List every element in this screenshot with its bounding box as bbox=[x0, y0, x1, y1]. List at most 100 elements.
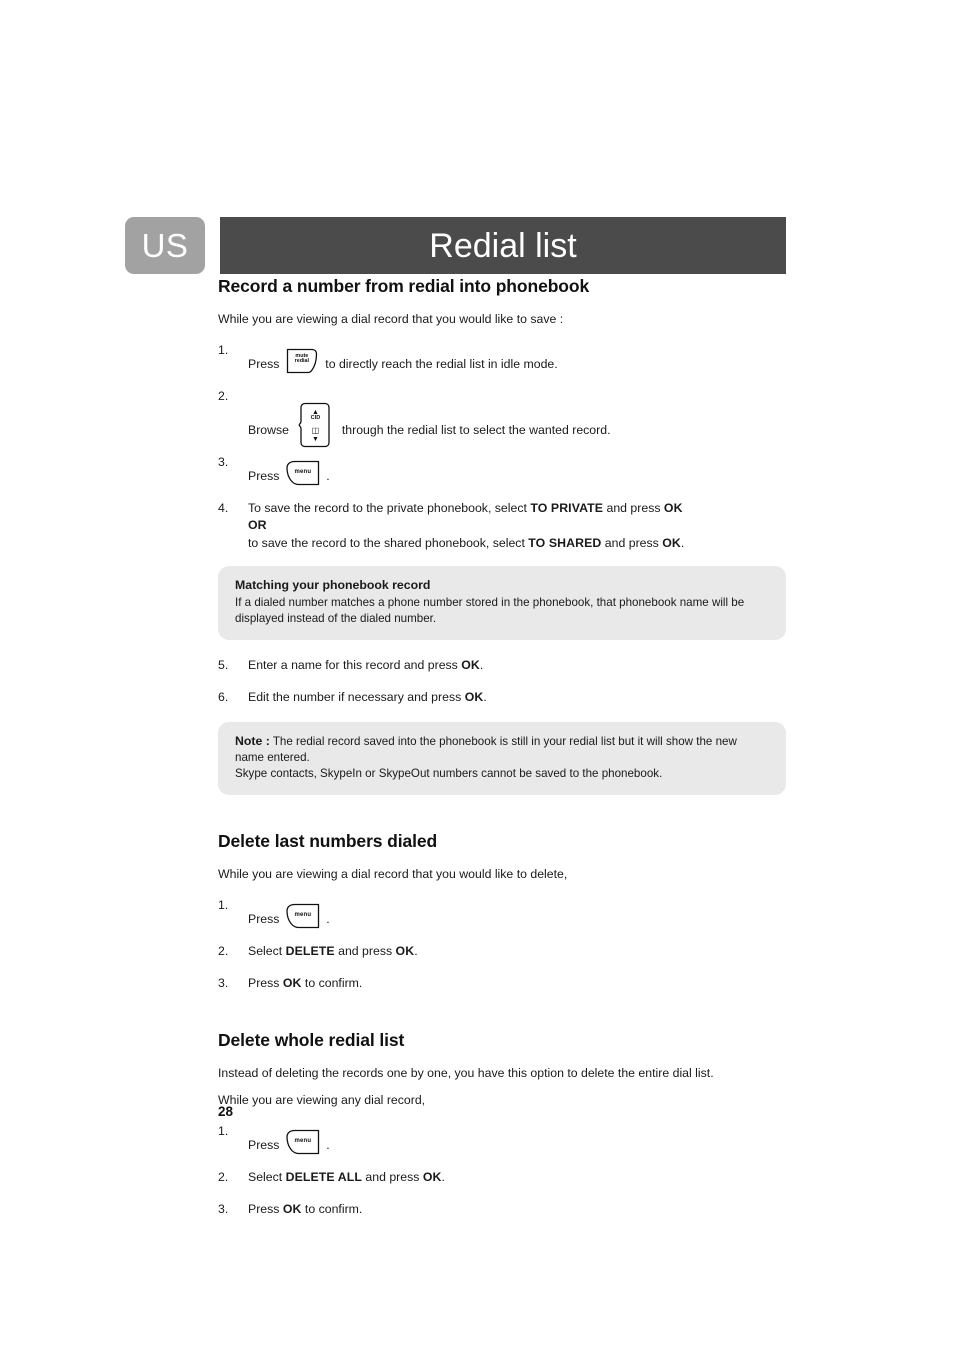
callout-line: Note : The redial record saved into the … bbox=[235, 733, 769, 750]
step-number: 1. bbox=[218, 897, 229, 912]
step-number: 2. bbox=[218, 1169, 229, 1184]
step-item: 2. Select DELETE ALL and press OK. bbox=[218, 1169, 786, 1186]
callout-title: Matching your phonebook record bbox=[235, 577, 431, 592]
step-item: 3. Press OK to confirm. bbox=[218, 1201, 786, 1218]
step-line-1: To save the record to the private phoneb… bbox=[248, 500, 786, 517]
step-text: and press bbox=[601, 535, 663, 550]
callout-matching-phonebook-record: Matching your phonebook record If a dial… bbox=[218, 565, 786, 640]
step-item: 3. Press OK to confirm. bbox=[218, 975, 786, 992]
step-item: 2. Browse ▲ CID ◫ ▼ through the redial l… bbox=[218, 388, 786, 447]
step-text: . bbox=[680, 535, 685, 550]
step-item: 1. Press mute redial to directly reach t… bbox=[218, 342, 786, 373]
or-label: OR bbox=[248, 518, 267, 533]
step-number: 6. bbox=[218, 689, 229, 704]
step-text: . bbox=[483, 689, 487, 704]
ok-key-label: OK bbox=[464, 689, 484, 704]
menu-key-icon: menu bbox=[285, 903, 321, 929]
option-delete-all: DELETE ALL bbox=[285, 1169, 362, 1184]
step-item: 3. Press menu . bbox=[218, 454, 786, 486]
step-item: 5. Enter a name for this record and pres… bbox=[218, 657, 786, 674]
steps-list-delete-whole-redial-list: 1. Press menu . 2. Select DELETE ALL and… bbox=[218, 1123, 786, 1219]
step-line-3: to save the record to the shared phonebo… bbox=[248, 535, 786, 552]
option-delete: DELETE bbox=[285, 943, 335, 958]
section-heading-record-number: Record a number from redial into phonebo… bbox=[218, 276, 590, 296]
step-text: To save the record to the private phoneb… bbox=[248, 501, 531, 516]
step-number: 1. bbox=[218, 1123, 229, 1138]
step-number: 3. bbox=[218, 1201, 229, 1216]
option-to-private: TO PRIVATE bbox=[530, 501, 604, 516]
step-text: Edit the number if necessary and press bbox=[248, 689, 465, 704]
step-item: 6. Edit the number if necessary and pres… bbox=[218, 689, 786, 706]
step-text: Press bbox=[248, 976, 283, 991]
menu-key-icon: menu bbox=[285, 1129, 321, 1155]
section-intro-delete-last-numbers: While you are viewing a dial record that… bbox=[218, 867, 568, 882]
locale-badge: US bbox=[125, 217, 205, 274]
step-text: to confirm. bbox=[301, 1201, 363, 1216]
title-bar: Redial list bbox=[220, 217, 786, 274]
step-text: . bbox=[479, 657, 484, 672]
step-text: and press bbox=[603, 501, 664, 516]
step-item: 1. Press menu . bbox=[218, 897, 786, 928]
section-heading-delete-whole-redial-list: Delete whole redial list bbox=[218, 1030, 405, 1051]
step-number: 5. bbox=[218, 657, 229, 672]
step-text: . bbox=[414, 943, 418, 958]
mute-redial-key-label: mute redial bbox=[294, 352, 310, 365]
step-number: 2. bbox=[218, 943, 229, 958]
ok-key-label: OK bbox=[282, 1201, 302, 1216]
callout-note-redial: Note : The redial record saved into the … bbox=[218, 722, 786, 796]
step-number: 1. bbox=[218, 342, 229, 357]
step-number: 2. bbox=[218, 388, 229, 403]
step-number: 3. bbox=[218, 455, 229, 469]
step-text-pre: Browse bbox=[248, 422, 290, 437]
section-intro-delete-whole-redial-list: Instead of deleting the records one by o… bbox=[218, 1066, 714, 1081]
page-number: 28 bbox=[218, 1104, 234, 1119]
steps-list-delete-last-numbers: 1. Press menu . 2. Select DELETE and pre… bbox=[218, 897, 786, 993]
step-text-post: . bbox=[326, 469, 330, 483]
step-text: . bbox=[441, 1169, 445, 1184]
step-line-or: OR bbox=[248, 517, 786, 534]
ok-key-label: OK bbox=[422, 1169, 442, 1184]
cid-label: CID bbox=[310, 414, 321, 421]
menu-key-label: menu bbox=[294, 469, 312, 475]
step-text: and press bbox=[361, 1169, 423, 1184]
step-text: Enter a name for this record and press bbox=[248, 657, 462, 672]
callout-line: displayed instead of the dialed number. bbox=[235, 611, 437, 625]
ok-key-label: OK bbox=[662, 535, 681, 550]
step-text-pre: Press bbox=[248, 356, 280, 371]
step-text-pre: Press bbox=[248, 469, 280, 483]
section-intro2-delete-whole-redial-list: While you are viewing any dial record, bbox=[218, 1092, 426, 1107]
step-text-post: . bbox=[326, 911, 330, 926]
menu-key-icon: menu bbox=[285, 460, 321, 486]
callout-line: If a dialed number matches a phone numbe… bbox=[235, 595, 745, 609]
step-text: to confirm. bbox=[301, 976, 363, 991]
callout-line: Skype contacts, SkypeIn or SkypeOut numb… bbox=[235, 767, 663, 781]
menu-key-label: menu bbox=[294, 911, 312, 918]
step-text-pre: Press bbox=[248, 911, 280, 926]
step-number: 3. bbox=[218, 976, 229, 991]
cid-navigation-key-icon: ▲ CID ◫ ▼ bbox=[296, 402, 334, 448]
ok-key-label: OK bbox=[395, 943, 415, 958]
phonebook-icon: ◫ bbox=[311, 425, 320, 435]
ok-key-label: OK bbox=[282, 976, 302, 991]
steps-list-record-number-cont: 5. Enter a name for this record and pres… bbox=[218, 657, 786, 706]
step-number: 4. bbox=[218, 501, 229, 516]
step-text-pre: Press bbox=[248, 1137, 280, 1152]
step-text: Press bbox=[248, 1201, 283, 1216]
menu-key-label: menu bbox=[294, 1137, 312, 1144]
step-item: 2. Select DELETE and press OK. bbox=[218, 943, 786, 960]
ok-key-label: OK bbox=[461, 657, 480, 672]
step-item: 4. To save the record to the private pho… bbox=[218, 500, 786, 552]
steps-list-record-number: 1. Press mute redial to directly reach t… bbox=[218, 342, 786, 552]
ok-key-label: OK bbox=[663, 501, 683, 516]
step-text: Select bbox=[248, 943, 286, 958]
page-header: US Redial list bbox=[125, 217, 786, 275]
step-text-post: . bbox=[326, 1137, 330, 1152]
step-text-post: to directly reach the redial list in idl… bbox=[325, 356, 558, 371]
page-title: Redial list bbox=[429, 226, 577, 265]
step-item: 1. Press menu . bbox=[218, 1123, 786, 1154]
callout-line: name entered. bbox=[235, 751, 310, 765]
note-label: Note : bbox=[235, 734, 270, 749]
step-text: Select bbox=[248, 1169, 286, 1184]
section-heading-delete-last-numbers: Delete last numbers dialed bbox=[218, 831, 438, 852]
down-arrow-icon: ▼ bbox=[311, 435, 319, 443]
